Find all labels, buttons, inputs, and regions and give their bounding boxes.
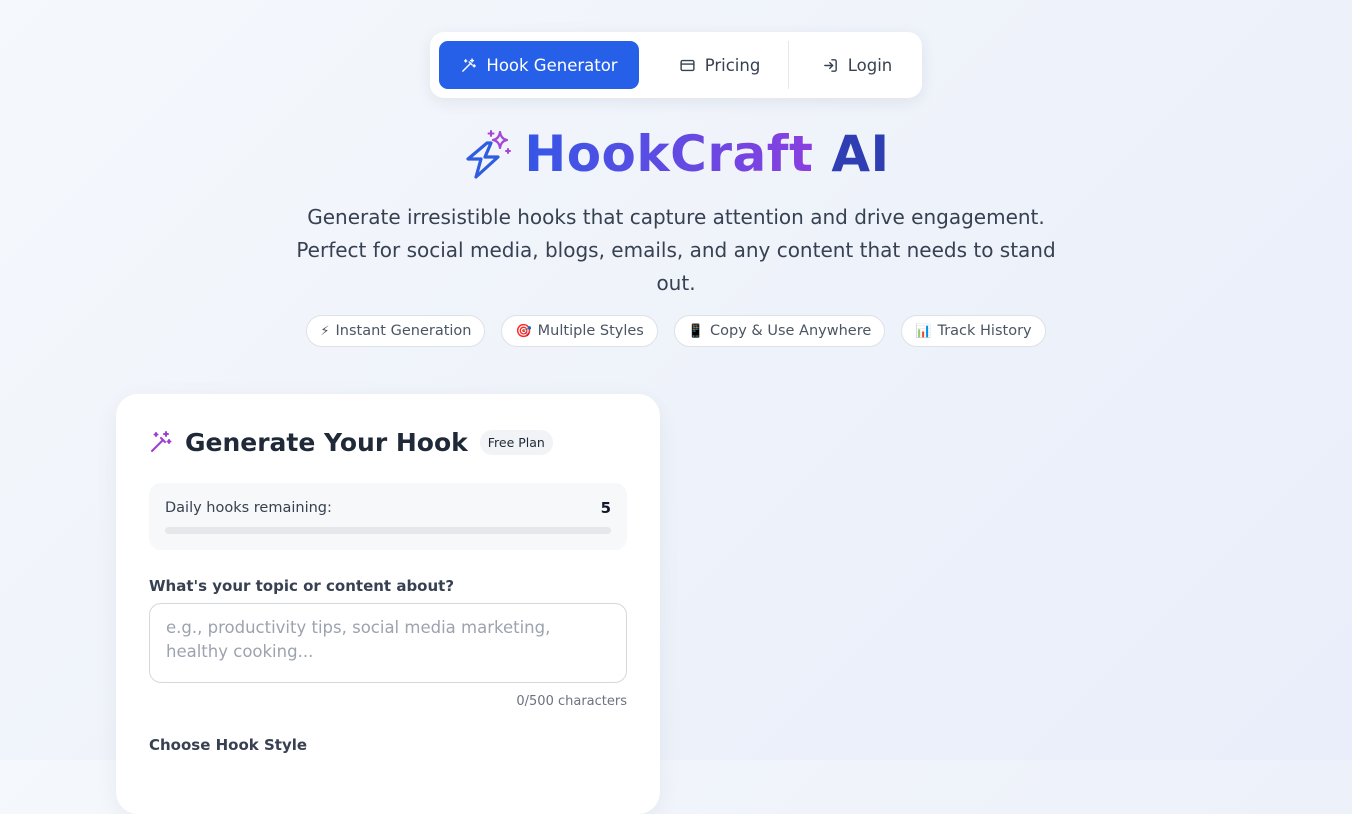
- nav-label: Pricing: [704, 55, 761, 75]
- lightning-icon: ⚡: [320, 323, 330, 339]
- hook-style-label: Choose Hook Style: [149, 736, 308, 754]
- quota-label: Daily hooks remaining:: [165, 500, 332, 516]
- magic-wand-icon: [462, 57, 477, 72]
- daily-quota-panel: Daily hooks remaining: 5: [149, 483, 627, 550]
- app-title-main: HookCraft: [524, 125, 814, 183]
- feature-pill: 📊 Track History: [901, 315, 1046, 347]
- hero-subtitle: Generate irresistible hooks that capture…: [296, 205, 1056, 295]
- bar-chart-icon: 📊: [915, 323, 932, 339]
- nav-label: Login: [847, 55, 893, 75]
- topic-input[interactable]: e.g., productivity tips, social media ma…: [149, 603, 627, 683]
- feature-label: Multiple Styles: [537, 323, 644, 339]
- quota-count: 5: [600, 499, 611, 517]
- credit-card-icon: [680, 59, 695, 71]
- feature-label: Track History: [937, 323, 1032, 339]
- target-icon: 🎯: [515, 323, 532, 339]
- nav-hook-generator-button[interactable]: Hook Generator: [439, 41, 639, 89]
- character-count: 0/500 characters: [516, 694, 627, 709]
- feature-label: Instant Generation: [335, 323, 472, 339]
- magic-wand-icon: [151, 431, 172, 452]
- app-title: HookCraft AI: [524, 122, 889, 186]
- nav-divider: [788, 41, 789, 89]
- plan-badge: Free Plan: [479, 429, 553, 455]
- quota-progress-bar: [165, 527, 611, 534]
- hook-generator-card: Generate Your Hook Free Plan Daily hooks…: [116, 394, 660, 814]
- feature-label: Copy & Use Anywhere: [710, 323, 872, 339]
- mobile-phone-icon: 📱: [687, 323, 705, 339]
- nav-login-button[interactable]: Login: [801, 41, 913, 89]
- nav-pricing-button[interactable]: Pricing: [652, 41, 787, 89]
- feature-pill: ⚡ Instant Generation: [306, 315, 486, 347]
- feature-pills: ⚡ Instant Generation 🎯 Multiple Styles 📱…: [0, 315, 1352, 347]
- card-title: Generate Your Hook: [185, 427, 468, 457]
- brand-header: HookCraft AI: [0, 122, 1352, 186]
- topic-placeholder: e.g., productivity tips, social media ma…: [166, 618, 551, 661]
- feature-pill: 📱 Copy & Use Anywhere: [673, 315, 886, 347]
- top-navigation: Hook Generator Pricing Login: [430, 32, 922, 98]
- nav-label: Hook Generator: [486, 55, 618, 75]
- lightning-sparkles-icon: [466, 130, 512, 179]
- card-header: Generate Your Hook Free Plan: [149, 424, 553, 460]
- login-icon: [823, 58, 837, 72]
- app-title-ai: AI: [831, 125, 890, 183]
- topic-label: What's your topic or content about?: [149, 577, 455, 595]
- feature-pill: 🎯 Multiple Styles: [501, 315, 658, 347]
